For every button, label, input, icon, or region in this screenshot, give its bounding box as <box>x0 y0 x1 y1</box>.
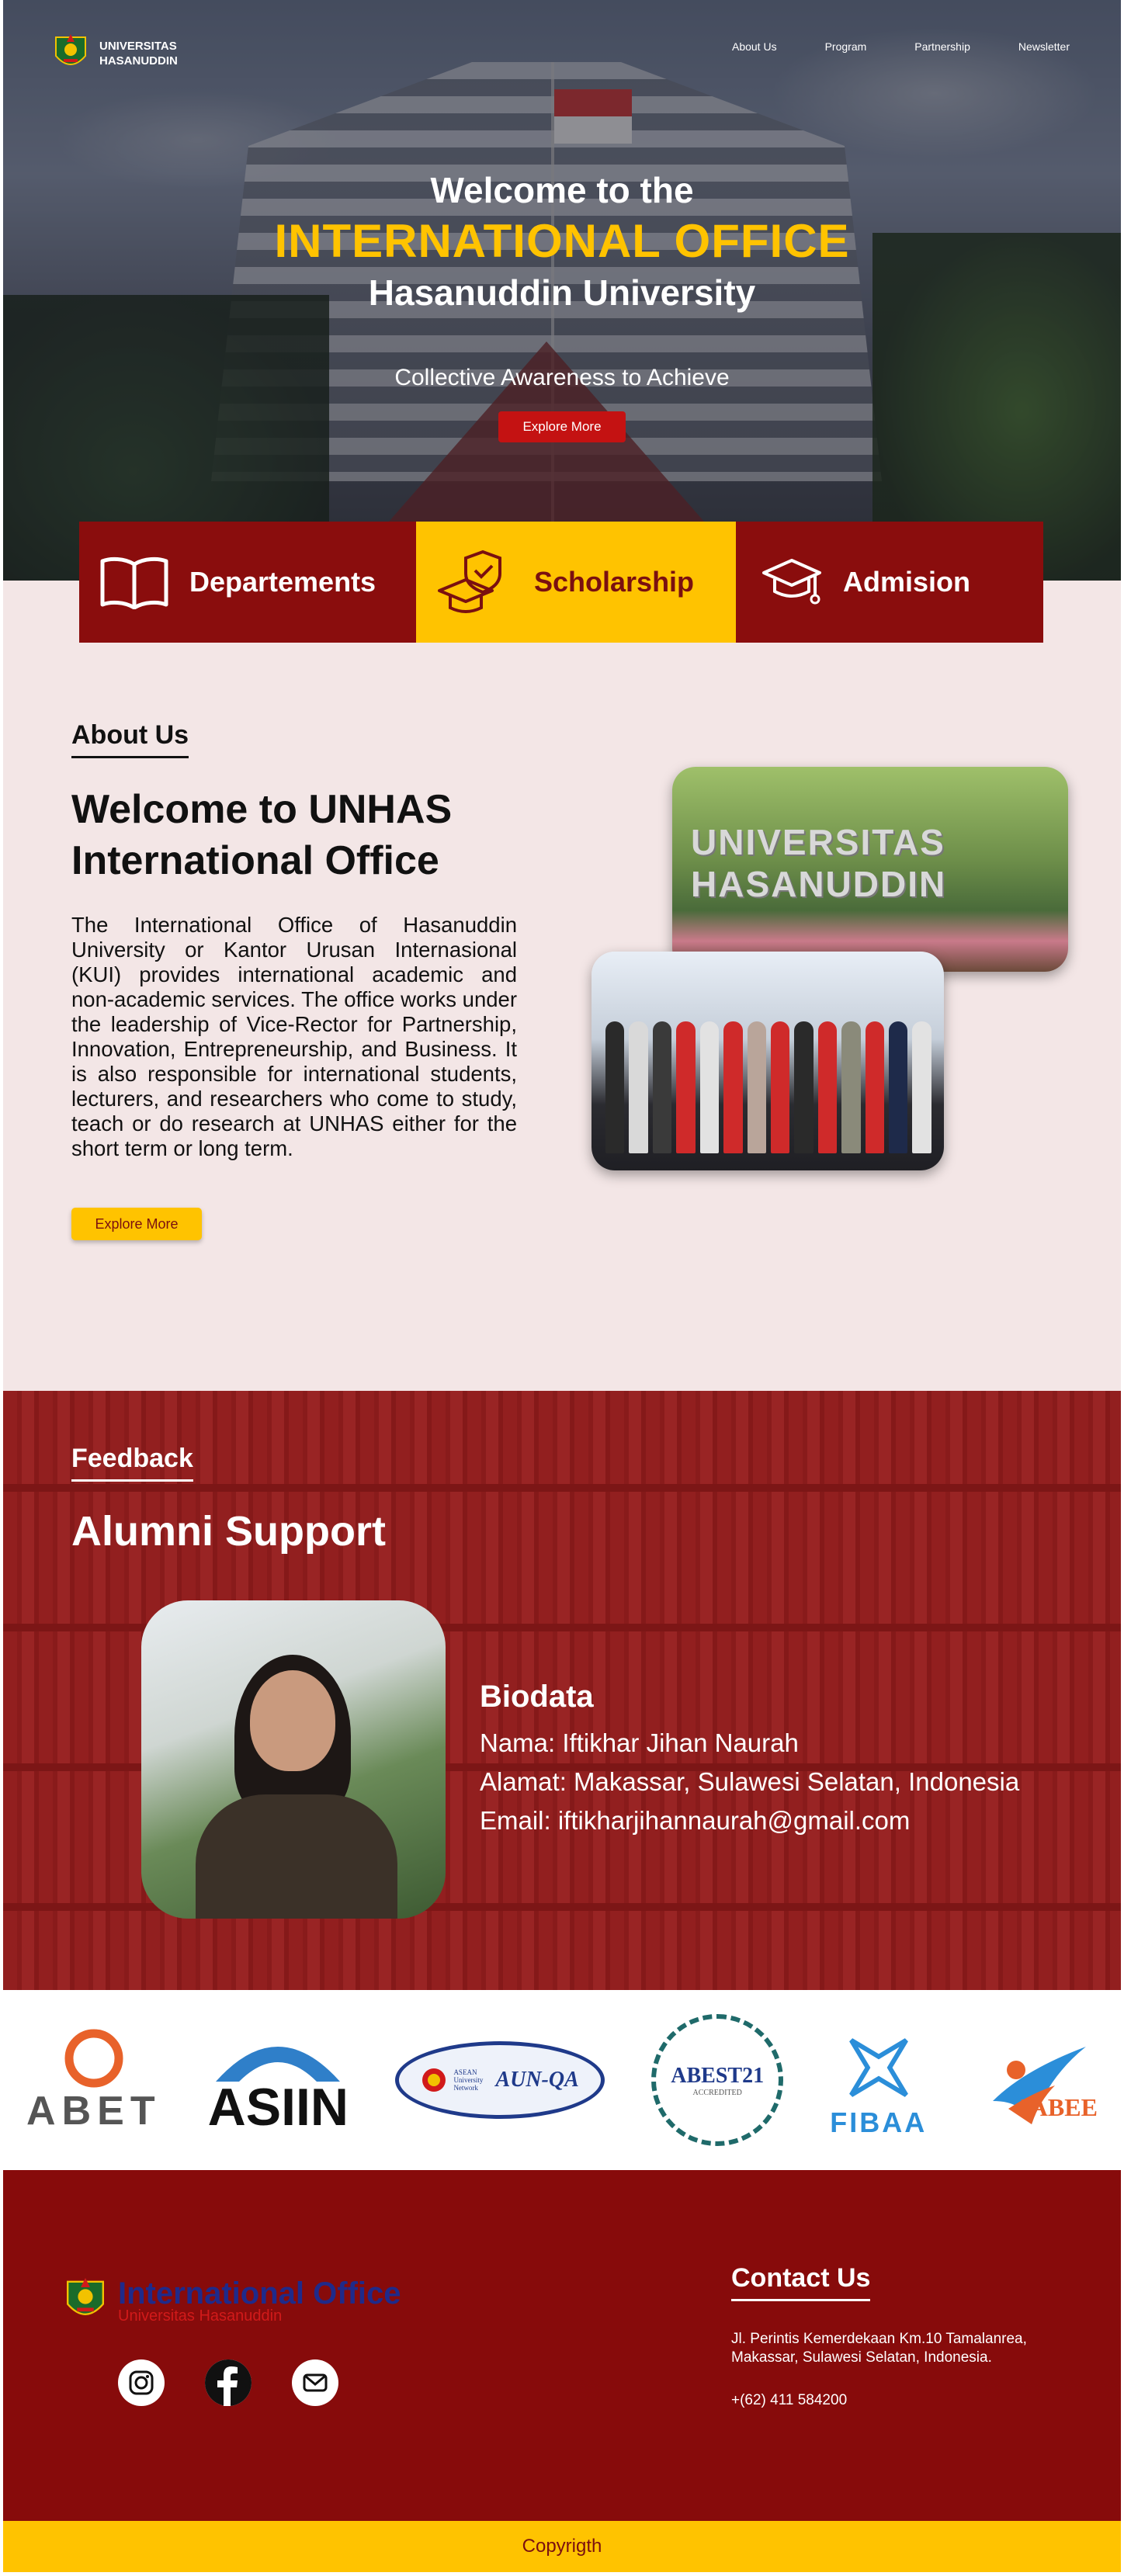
iabee-logo: IABEE <box>973 2039 1098 2124</box>
quick-link-label: Scholarship <box>534 566 695 598</box>
alumni-photo <box>141 1600 446 1919</box>
person <box>794 1021 814 1153</box>
about-title-line2: International Office <box>71 838 439 883</box>
facebook-icon <box>205 2359 252 2406</box>
about-title-line1: Welcome to UNHAS <box>71 787 453 832</box>
about-section: About Us Welcome to UNHAS International … <box>3 581 1121 1391</box>
book-icon <box>100 556 168 609</box>
contact-phone[interactable]: +(62) 411 584200 <box>731 2392 847 2409</box>
abest21-logo: ABEST21 ACCREDITED <box>651 2014 784 2146</box>
aun-qa-text: AUN-QA <box>495 2068 579 2092</box>
bio-address: Alamat: Makassar, Sulawesi Selatan, Indo… <box>480 1767 1020 1796</box>
campus-sign-photo: UNIVERSITAS HASANUDDIN <box>672 767 1068 972</box>
about-section-label: About Us <box>71 720 189 758</box>
hero-university: Hasanuddin University <box>368 272 756 313</box>
quick-link-label: Admision <box>843 566 971 598</box>
aun-qa-ellipse: ASEAN University Network AUN-QA <box>395 2041 605 2119</box>
footer: International Office Universitas Hasanud… <box>3 2170 1121 2521</box>
about-body: The International Office of Hasanuddin U… <box>71 913 517 1160</box>
unhas-emblem-icon <box>67 2278 104 2315</box>
person <box>676 1021 696 1153</box>
abest21-text: ABEST21 <box>671 2063 765 2088</box>
feedback-section-label: Feedback <box>71 1444 193 1482</box>
abest21-wreath: ABEST21 ACCREDITED <box>651 2014 784 2146</box>
alumni-body <box>196 1794 397 1919</box>
abest21-caption: ACCREDITED <box>692 2088 742 2097</box>
social-links <box>118 2359 338 2406</box>
bio-heading: Biodata <box>480 1680 594 1714</box>
footer-brand-title: International Office <box>118 2276 401 2311</box>
hero-explore-button[interactable]: Explore More <box>498 411 626 442</box>
group-photo <box>591 952 944 1170</box>
abet-logo: ABET <box>26 2026 161 2134</box>
logo-text: UNIVERSITAS HASANUDDIN <box>99 39 178 68</box>
asiin-logo: ASIIN <box>207 2027 349 2137</box>
asean-emblem-icon <box>422 2068 446 2092</box>
person <box>699 1021 720 1153</box>
graduation-shield-icon <box>438 550 501 613</box>
bio-name: Nama: Iftikhar Jihan Naurah <box>480 1728 799 1757</box>
graduation-cap-icon <box>762 559 821 605</box>
person <box>652 1021 672 1153</box>
alumni-face <box>250 1670 335 1771</box>
aun-caption: ASEAN University Network <box>453 2068 484 2092</box>
person <box>723 1021 743 1153</box>
nav-program[interactable]: Program <box>825 40 867 53</box>
site-logo[interactable]: UNIVERSITAS HASANUDDIN <box>51 33 178 75</box>
bio-email: Email: iftikharjihannaurah@gmail.com <box>480 1806 911 1835</box>
instagram-icon <box>129 2370 154 2395</box>
biodata: Biodata Nama: Iftikhar Jihan Naurah Alam… <box>480 1680 1019 1840</box>
footer-brand[interactable]: International Office Universitas Hasanud… <box>62 2276 401 2327</box>
alumni-title: Alumni Support <box>71 1508 386 1555</box>
quick-link-scholarship[interactable]: Scholarship <box>416 522 736 643</box>
nav-partnership[interactable]: Partnership <box>914 40 970 53</box>
nav-about-us[interactable]: About Us <box>732 40 777 53</box>
footer-brand-sub: Universitas Hasanuddin <box>118 2307 283 2325</box>
aun-qa-logo: ASEAN University Network AUN-QA <box>395 2041 605 2119</box>
person <box>747 1021 766 1153</box>
quick-link-label: Departements <box>189 566 376 598</box>
contact-address: Jl. Perintis Kemerdekaan Km.10 Tamalanre… <box>731 2331 1027 2366</box>
fibaa-star-icon <box>848 2038 908 2097</box>
about-explore-button[interactable]: Explore More <box>71 1208 202 1240</box>
contact-label: Contact Us <box>731 2263 871 2301</box>
person <box>605 1021 625 1153</box>
person <box>770 1021 790 1153</box>
iabee-text: IABEE <box>1020 2092 1098 2121</box>
quick-links: Departements Scholarship Admision <box>79 522 1043 643</box>
fibaa-text: FIBAA <box>830 2106 928 2138</box>
abet-ring-icon <box>64 2029 123 2088</box>
hero-office-title: INTERNATIONAL OFFICE <box>274 215 850 267</box>
asiin-arc-icon <box>216 2047 341 2082</box>
copyright-bar: Copyrigth <box>3 2521 1121 2572</box>
hero-welcome: Welcome to the <box>430 170 694 210</box>
person <box>912 1021 931 1153</box>
hero-tagline: Collective Awareness to Achieve <box>394 365 730 390</box>
main-nav: About Us Program Partnership Newsletter <box>732 40 1070 53</box>
group-people <box>605 1006 931 1153</box>
mail-icon <box>303 2373 328 2392</box>
person <box>629 1021 648 1153</box>
fibaa-logo: FIBAA <box>830 2021 927 2139</box>
mail-link[interactable] <box>292 2359 338 2406</box>
facebook-link[interactable] <box>205 2359 252 2406</box>
instagram-link[interactable] <box>118 2359 165 2406</box>
unhas-emblem-icon <box>55 34 86 65</box>
nav-newsletter[interactable]: Newsletter <box>1018 40 1070 53</box>
logo-line1: UNIVERSITAS <box>99 40 177 53</box>
person <box>865 1021 885 1153</box>
quick-link-departements[interactable]: Departements <box>79 522 416 643</box>
about-title: Welcome to UNHAS International Office <box>71 784 537 886</box>
campus-sign-lettering: UNIVERSITAS HASANUDDIN <box>691 822 947 904</box>
logo-line2: HASANUDDIN <box>99 54 178 68</box>
person <box>889 1021 908 1153</box>
quick-link-admision[interactable]: Admision <box>736 522 1043 643</box>
accreditation-logos: ABET ASIIN ASEAN University Network AUN-… <box>3 1990 1121 2170</box>
asiin-text: ASIIN <box>207 2078 349 2137</box>
person <box>817 1021 838 1153</box>
person <box>841 1021 861 1153</box>
feedback-section: Feedback Alumni Support Biodata Nama: If… <box>3 1391 1121 1990</box>
abet-text: ABET <box>26 2089 161 2134</box>
